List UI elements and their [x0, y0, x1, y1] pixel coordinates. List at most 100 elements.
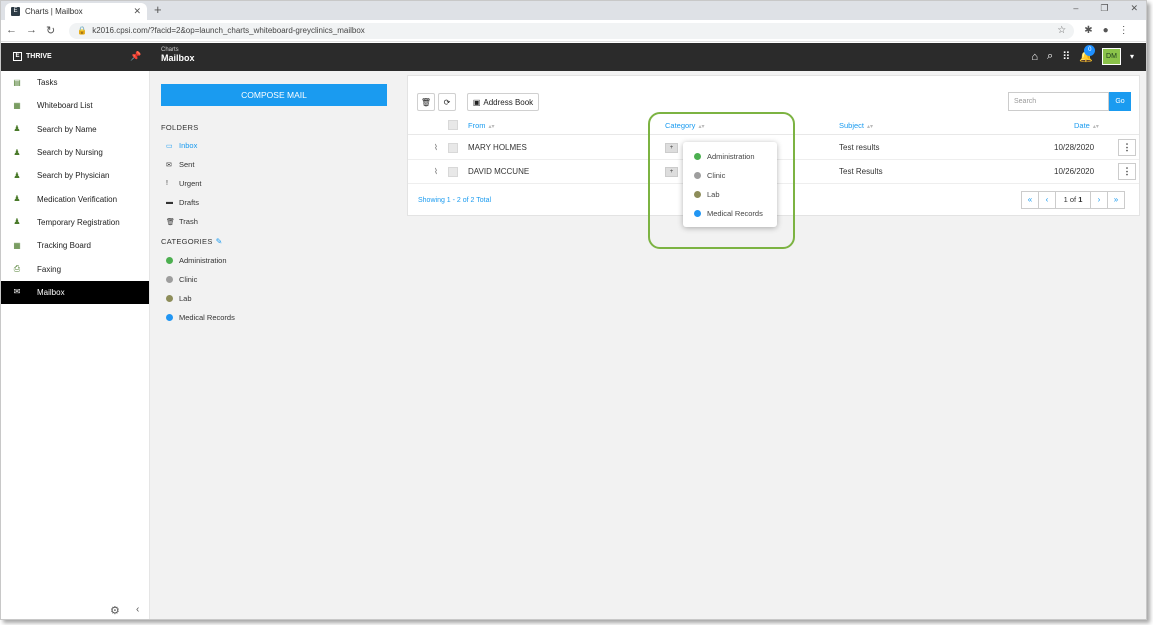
category-lab[interactable]: Lab: [166, 294, 192, 303]
notification-bell-icon[interactable]: 🔔 0: [1079, 45, 1096, 63]
prev-page-icon[interactable]: ‹: [1038, 191, 1056, 209]
tab-title: Charts | Mailbox: [25, 7, 83, 16]
minimize-icon[interactable]: –: [1073, 3, 1078, 14]
row-date: 10/28/2020: [1054, 143, 1095, 152]
sidebar-item-temporary-registration[interactable]: ♟ Temporary Registration: [1, 211, 149, 234]
collapse-sidebar-icon[interactable]: ‹: [136, 604, 139, 615]
mailbox-icon: ✉: [13, 287, 21, 297]
sidebar-item-search-by-nursing[interactable]: ♟ Search by Nursing: [1, 141, 149, 164]
folders-title: FOLDERS: [161, 123, 199, 132]
forward-icon[interactable]: →: [26, 24, 37, 37]
green-dot-icon: [166, 257, 173, 264]
category-clinic[interactable]: Clinic: [166, 275, 197, 284]
folder-sent[interactable]: ✉ Sent: [166, 160, 194, 169]
row-menu-icon[interactable]: ⋮: [1118, 163, 1136, 180]
sidebar-item-mailbox[interactable]: ✉ Mailbox: [1, 280, 149, 304]
browser-menu-icon[interactable]: ⋮: [1119, 25, 1129, 36]
restore-icon[interactable]: ❐: [1100, 3, 1108, 14]
sidebar-item-search-by-name[interactable]: ♟ Search by Name: [1, 118, 149, 141]
sidebar-item-faxing[interactable]: ⎙ Faxing: [1, 257, 149, 280]
row-checkbox[interactable]: [448, 167, 458, 177]
column-date-label: Date: [1074, 121, 1090, 130]
folder-drafts[interactable]: ▬ Drafts: [166, 198, 199, 207]
sidebar-item-tasks[interactable]: ▤ Tasks: [1, 71, 149, 94]
bookmark-star-icon[interactable]: ☆: [1057, 25, 1066, 36]
go-button[interactable]: Go: [1109, 92, 1131, 111]
folder-trash[interactable]: 🗑 Trash: [166, 217, 198, 226]
row-from: DAVID MCCUNE: [468, 167, 530, 176]
first-page-icon[interactable]: «: [1021, 191, 1039, 209]
column-from-label: From: [468, 121, 486, 130]
clipboard-icon: ▤: [13, 77, 21, 87]
select-all-checkbox[interactable]: [448, 120, 458, 130]
url-field[interactable]: 🔒 k2016.cpsi.com/?facid=2&op=launch_char…: [69, 22, 1075, 39]
home-icon[interactable]: ⌂: [1031, 51, 1038, 63]
column-subject[interactable]: Subject ▴▾: [839, 121, 873, 130]
browser-window: E Charts | Mailbox ✕ + – ❐ ✕ ← → ↻ 🔒 k20…: [0, 0, 1147, 620]
sidebar-item-label: Search by Physician: [37, 171, 110, 181]
page-of: of: [1069, 195, 1077, 204]
attachment-icon: ⌇: [434, 167, 438, 176]
browser-tab[interactable]: E Charts | Mailbox ✕: [5, 3, 147, 20]
sidebar-item-medication-verification[interactable]: ♟ Medication Verification: [1, 187, 149, 210]
sidebar-item-search-by-physician[interactable]: ♟ Search by Physician: [1, 164, 149, 187]
category-medical-records[interactable]: Medical Records: [166, 313, 235, 322]
folder-label: Trash: [179, 217, 198, 226]
address-book-icon: ▣: [472, 97, 481, 107]
refresh-icon: ⟳: [443, 97, 451, 107]
sidebar-item-label: Search by Nursing: [37, 148, 103, 158]
row-menu-icon[interactable]: ⋮: [1118, 139, 1136, 156]
new-tab-icon[interactable]: +: [154, 2, 162, 17]
sidebar-item-label: Tracking Board: [37, 241, 91, 251]
profile-icon[interactable]: ●: [1103, 25, 1109, 36]
reload-icon[interactable]: ↻: [46, 24, 55, 37]
folder-inbox[interactable]: ▭ Inbox: [166, 141, 197, 150]
envelope-icon: ✉: [166, 161, 172, 169]
sort-icon: ▴▾: [867, 124, 874, 130]
compose-mail-button[interactable]: COMPOSE MAIL: [161, 84, 387, 106]
delete-button[interactable]: 🗑: [417, 93, 435, 111]
row-checkbox[interactable]: [448, 143, 458, 153]
pagination: « ‹ 1 of 1 › »: [1021, 191, 1125, 209]
brand[interactable]: E THRIVE: [13, 52, 52, 61]
blue-dot-icon: [166, 314, 173, 321]
favicon-icon: E: [11, 7, 20, 16]
tab-strip: E Charts | Mailbox ✕ + – ❐ ✕: [1, 1, 1146, 20]
refresh-button[interactable]: ⟳: [438, 93, 456, 111]
back-icon[interactable]: ←: [6, 24, 17, 37]
sidebar-item-tracking-board[interactable]: ▦ Tracking Board: [1, 234, 149, 257]
folder-label: Drafts: [179, 198, 200, 207]
apps-grid-icon[interactable]: ⠿: [1062, 50, 1070, 63]
search-input[interactable]: Search: [1008, 92, 1109, 111]
url-text: k2016.cpsi.com/?facid=2&op=launch_charts…: [92, 26, 365, 35]
column-from[interactable]: From ▴▾: [468, 121, 495, 130]
chevron-down-icon[interactable]: ▾: [1130, 52, 1134, 61]
attachment-icon: ⌇: [434, 143, 438, 152]
mailbox-panel: COMPOSE MAIL FOLDERS ▭ Inbox ✉ Sent ! Urgen…: [150, 71, 401, 619]
avatar[interactable]: DM: [1101, 48, 1121, 65]
address-book-button[interactable]: ▣ Address Book: [467, 93, 539, 111]
row-date: 10/26/2020: [1054, 167, 1095, 176]
category-administration[interactable]: Administration: [166, 256, 227, 265]
category-label: Medical Records: [179, 313, 235, 322]
sidebar-item-label: Search by Name: [37, 124, 97, 134]
sidebar-item-label: Temporary Registration: [37, 217, 120, 227]
folder-urgent[interactable]: ! Urgent: [166, 179, 202, 188]
next-page-icon[interactable]: ›: [1090, 191, 1108, 209]
pencil-icon[interactable]: ✎: [216, 237, 223, 246]
close-tab-icon[interactable]: ✕: [133, 6, 141, 17]
sidebar-item-label: Tasks: [37, 78, 58, 88]
brand-logo-icon: E: [13, 52, 22, 61]
pin-icon[interactable]: 📌: [130, 51, 141, 62]
column-date[interactable]: Date ▴▾: [1074, 121, 1099, 130]
search-icon[interactable]: ⌕: [1047, 50, 1053, 63]
medication-icon: ♟: [13, 194, 21, 204]
last-page-icon[interactable]: »: [1107, 191, 1125, 209]
sidebar-item-whiteboard-list[interactable]: ▦ Whiteboard List: [1, 94, 149, 117]
extensions-icon[interactable]: ✱: [1084, 25, 1092, 36]
row-from: MARY HOLMES: [468, 143, 527, 152]
brand-name: THRIVE: [26, 53, 52, 60]
sidebar-footer: ⚙ ‹: [1, 601, 149, 619]
gear-icon[interactable]: ⚙: [110, 604, 120, 617]
close-window-icon[interactable]: ✕: [1130, 3, 1138, 14]
